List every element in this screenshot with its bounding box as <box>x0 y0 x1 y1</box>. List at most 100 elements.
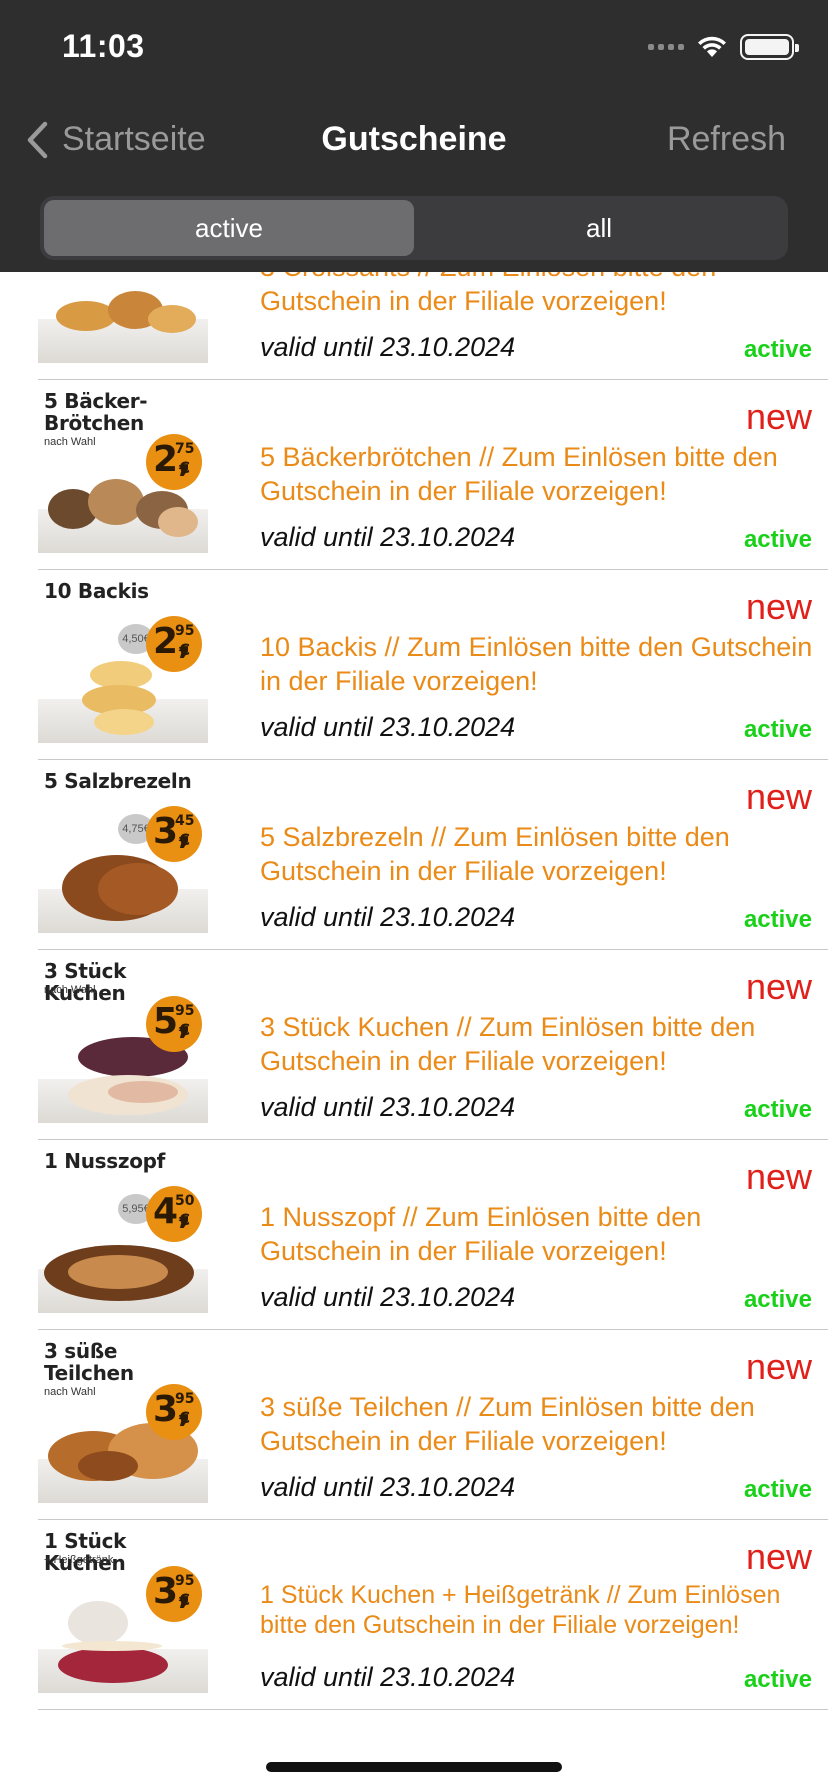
status-label: active <box>743 1286 812 1313</box>
status-label: active <box>743 1476 812 1503</box>
valid-until: valid until 23.10.2024 <box>260 1662 516 1692</box>
thumbnail-title: 3 süße Teilchen <box>44 1339 134 1385</box>
valid-until: valid until 23.10.2024 <box>260 332 516 362</box>
price-badge: 2, 95 € <box>146 616 202 672</box>
thumbnail-title: 5 Salzbrezeln <box>44 769 192 793</box>
coupon-thumbnail: 1 Nusszopf 5,95€ 4, 50 € <box>38 1148 208 1323</box>
coupon-thumbnail: 10 Backis 4,50€ 2, 95 € <box>38 578 208 753</box>
pastry-shape <box>108 1081 178 1103</box>
price-cents: 50 <box>175 1193 195 1209</box>
currency-symbol: € <box>179 1210 191 1229</box>
coupon-row[interactable]: 1 Stück Kuchen + Heißgetränk 3, 95 € new… <box>38 1520 828 1710</box>
pastry-shape <box>58 1647 168 1683</box>
product-photo <box>38 272 208 363</box>
pastry-shape <box>94 709 154 735</box>
pastry-shape <box>68 1255 168 1289</box>
coupon-thumbnail: 5 Bäcker- Brötchen nach Wahl 2, 75 € <box>38 388 208 563</box>
currency-symbol: € <box>179 1020 191 1039</box>
currency-symbol: € <box>179 1408 191 1427</box>
price-badge: 3, 45 € <box>146 806 202 862</box>
segment-active[interactable]: active <box>44 200 414 256</box>
new-badge: new <box>745 396 812 437</box>
cellular-signal-icon <box>648 44 684 50</box>
price-cents: 95 <box>175 1391 195 1407</box>
status-label: active <box>743 1666 812 1693</box>
refresh-button[interactable]: Refresh <box>667 120 786 159</box>
coupon-description: 3 Stück Kuchen // Zum Einlösen bitte den… <box>260 1012 756 1076</box>
status-label: active <box>743 906 812 933</box>
currency-symbol: € <box>179 1590 191 1609</box>
status-time: 11:03 <box>62 28 145 64</box>
new-badge: new <box>745 1346 812 1387</box>
coupon-thumbnail: 3 süße Teilchen nach Wahl 3, 95 € <box>38 1338 208 1513</box>
chevron-left-icon <box>27 121 48 158</box>
currency-symbol: € <box>179 458 191 477</box>
price-cents: 95 <box>175 1573 195 1589</box>
back-button-label: Startseite <box>62 120 206 158</box>
battery-icon <box>740 34 799 60</box>
coupon-description: 1 Nusszopf // Zum Einlösen bitte den Gut… <box>260 1202 702 1266</box>
status-bar: 11:03 <box>0 0 828 98</box>
coupon-row[interactable]: 3 süße Teilchen nach Wahl 3, 95 € new 3 … <box>38 1330 828 1520</box>
coupon-row[interactable]: 10 Backis 4,50€ 2, 95 € new 10 Backis //… <box>38 570 828 760</box>
coupon-description: 3 süße Teilchen // Zum Einlösen bitte de… <box>260 1392 755 1456</box>
coupon-list[interactable]: 3, 95 € 3 Croissants // Zum Einlösen bit… <box>0 272 828 1744</box>
back-button[interactable]: Startseite <box>26 120 206 159</box>
coupon-row[interactable]: 3, 95 € 3 Croissants // Zum Einlösen bit… <box>38 272 828 380</box>
valid-until: valid until 23.10.2024 <box>260 902 516 932</box>
coupon-description: 10 Backis // Zum Einlösen bitte den Guts… <box>260 632 813 696</box>
status-label: active <box>743 336 812 363</box>
price-badge: 2, 75 € <box>146 434 202 490</box>
status-icons <box>648 34 799 60</box>
price-badge: 5, 95 € <box>146 996 202 1052</box>
navigation-bar: Startseite Gutscheine Refresh <box>0 98 828 184</box>
new-badge: new <box>745 966 812 1007</box>
currency-symbol: € <box>179 830 191 849</box>
new-badge: new <box>745 1156 812 1197</box>
price-cents: 95 <box>175 623 195 639</box>
home-indicator[interactable] <box>266 1762 562 1772</box>
price-cents: 95 <box>175 1003 195 1019</box>
price-badge: 3, 95 € <box>146 1566 202 1622</box>
coupon-description: 5 Salzbrezeln // Zum Einlösen bitte den … <box>260 822 730 886</box>
coupon-thumbnail: 1 Stück Kuchen + Heißgetränk 3, 95 € <box>38 1528 208 1703</box>
pastry-shape <box>88 479 144 525</box>
coupon-thumbnail: 3 Stück Kuchen nach Wahl 5, 95 € <box>38 958 208 1133</box>
price-badge: 4, 50 € <box>146 1186 202 1242</box>
coupon-row[interactable]: 3 Stück Kuchen nach Wahl 5, 95 € new 3 S… <box>38 950 828 1140</box>
pastry-shape <box>148 305 196 333</box>
thumbnail-title: 5 Bäcker- Brötchen <box>44 389 148 435</box>
valid-until: valid until 23.10.2024 <box>260 1472 516 1502</box>
coupon-row[interactable]: 5 Bäcker- Brötchen nach Wahl 2, 75 € new… <box>38 380 828 570</box>
segment-bar: active all <box>0 184 828 272</box>
status-label: active <box>743 526 812 553</box>
pastry-shape <box>56 301 116 331</box>
thumbnail-subtitle: nach Wahl <box>44 1386 96 1398</box>
pastry-shape <box>98 863 178 915</box>
thumbnail-subtitle: + Heißgetränk <box>44 1554 114 1566</box>
segment-all[interactable]: all <box>414 200 784 256</box>
coupon-list-content: 3, 95 € 3 Croissants // Zum Einlösen bit… <box>0 272 828 1710</box>
thumbnail-subtitle: nach Wahl <box>44 436 96 448</box>
new-badge: new <box>745 586 812 627</box>
currency-symbol: € <box>179 640 191 659</box>
segmented-control: active all <box>40 196 788 260</box>
price-badge: 3, 95 € <box>146 1384 202 1440</box>
price-cents: 75 <box>175 441 195 457</box>
coupon-description: 1 Stück Kuchen + Heißgetränk // Zum Einl… <box>260 1581 781 1639</box>
status-label: active <box>743 716 812 743</box>
coupon-thumbnail: 3, 95 € <box>38 272 208 373</box>
valid-until: valid until 23.10.2024 <box>260 522 516 552</box>
thumbnail-title: 1 Nusszopf <box>44 1149 166 1173</box>
coupon-thumbnail: 5 Salzbrezeln 4,75€ 3, 45 € <box>38 768 208 943</box>
pastry-shape <box>62 1641 162 1651</box>
wifi-icon <box>698 36 726 57</box>
thumbnail-subtitle: nach Wahl <box>44 984 96 996</box>
thumbnail-title: 10 Backis <box>44 579 149 603</box>
valid-until: valid until 23.10.2024 <box>260 1092 516 1122</box>
coupon-row[interactable]: 5 Salzbrezeln 4,75€ 3, 45 € new 5 Salzbr… <box>38 760 828 950</box>
pastry-shape <box>78 1451 138 1481</box>
coupon-row[interactable]: 1 Nusszopf 5,95€ 4, 50 € new 1 Nusszopf … <box>38 1140 828 1330</box>
valid-until: valid until 23.10.2024 <box>260 1282 516 1312</box>
coupon-description: 5 Bäckerbrötchen // Zum Einlösen bitte d… <box>260 442 778 506</box>
